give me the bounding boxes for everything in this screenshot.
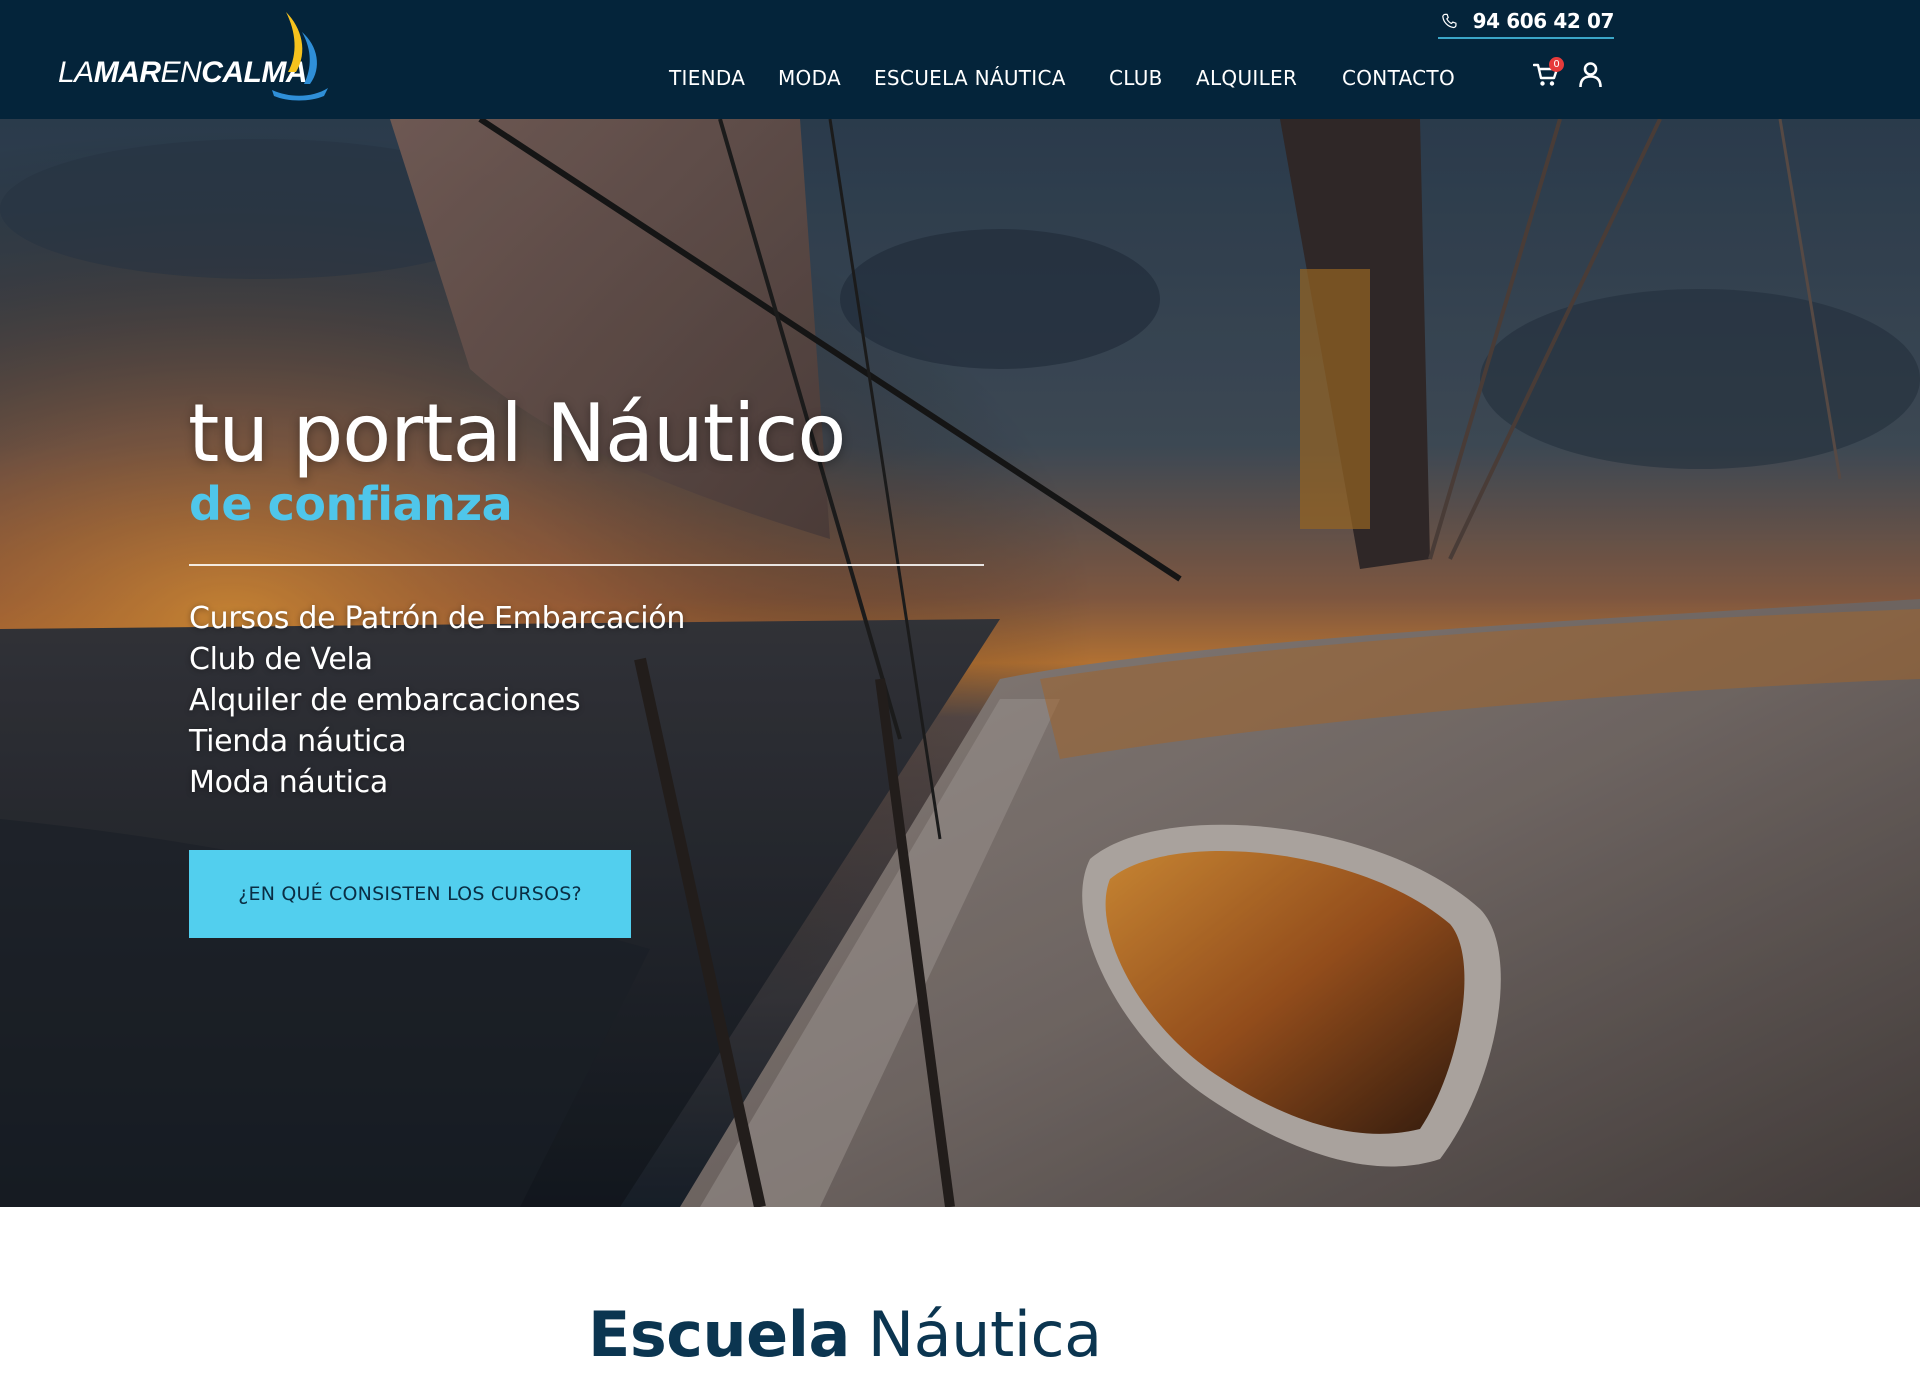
hero-divider xyxy=(189,564,984,566)
courses-cta-button[interactable]: ¿EN QUÉ CONSISTEN LOS CURSOS? xyxy=(189,850,631,938)
service-item: Tienda náutica xyxy=(189,724,407,759)
nav-alquiler[interactable]: ALQUILER xyxy=(1196,66,1297,90)
service-item: Moda náutica xyxy=(189,765,388,800)
services-list: Cursos de Patrón de Embarcación Club de … xyxy=(189,598,685,803)
sailboat-logo-icon xyxy=(272,12,328,101)
phone-number: 94 606 42 07 xyxy=(1472,8,1615,33)
section-title-strong: Escuela xyxy=(588,1298,850,1371)
service-item: Club de Vela xyxy=(189,642,373,677)
nav-tienda[interactable]: TIENDA xyxy=(669,66,745,90)
site-header: LAMARENCALMA 94 606 42 07 TIENDA MODA ES… xyxy=(0,0,1920,119)
hero-subtitle: de confianza xyxy=(189,477,513,531)
nav-escuela-nautica[interactable]: ESCUELA NÁUTICA xyxy=(874,66,1066,90)
section-title-light: Náutica xyxy=(867,1298,1102,1371)
site-logo[interactable]: LAMARENCALMA xyxy=(58,10,328,105)
service-item: Alquiler de embarcaciones xyxy=(189,683,581,718)
nav-club[interactable]: CLUB xyxy=(1109,66,1163,90)
section-title: Escuela Náutica xyxy=(588,1298,1102,1371)
nav-moda[interactable]: MODA xyxy=(778,66,841,90)
phone-icon xyxy=(1442,13,1457,28)
phone-link[interactable]: 94 606 42 07 xyxy=(1438,4,1614,39)
nav-contacto[interactable]: CONTACTO xyxy=(1342,66,1455,90)
hero-title: tu portal Náutico xyxy=(188,387,846,480)
hero-banner: tu portal Náutico de confianza Cursos de… xyxy=(0,119,1920,1207)
user-icon[interactable] xyxy=(1578,61,1603,88)
cart-count-badge: 0 xyxy=(1549,57,1564,72)
service-item: Cursos de Patrón de Embarcación xyxy=(189,601,686,636)
